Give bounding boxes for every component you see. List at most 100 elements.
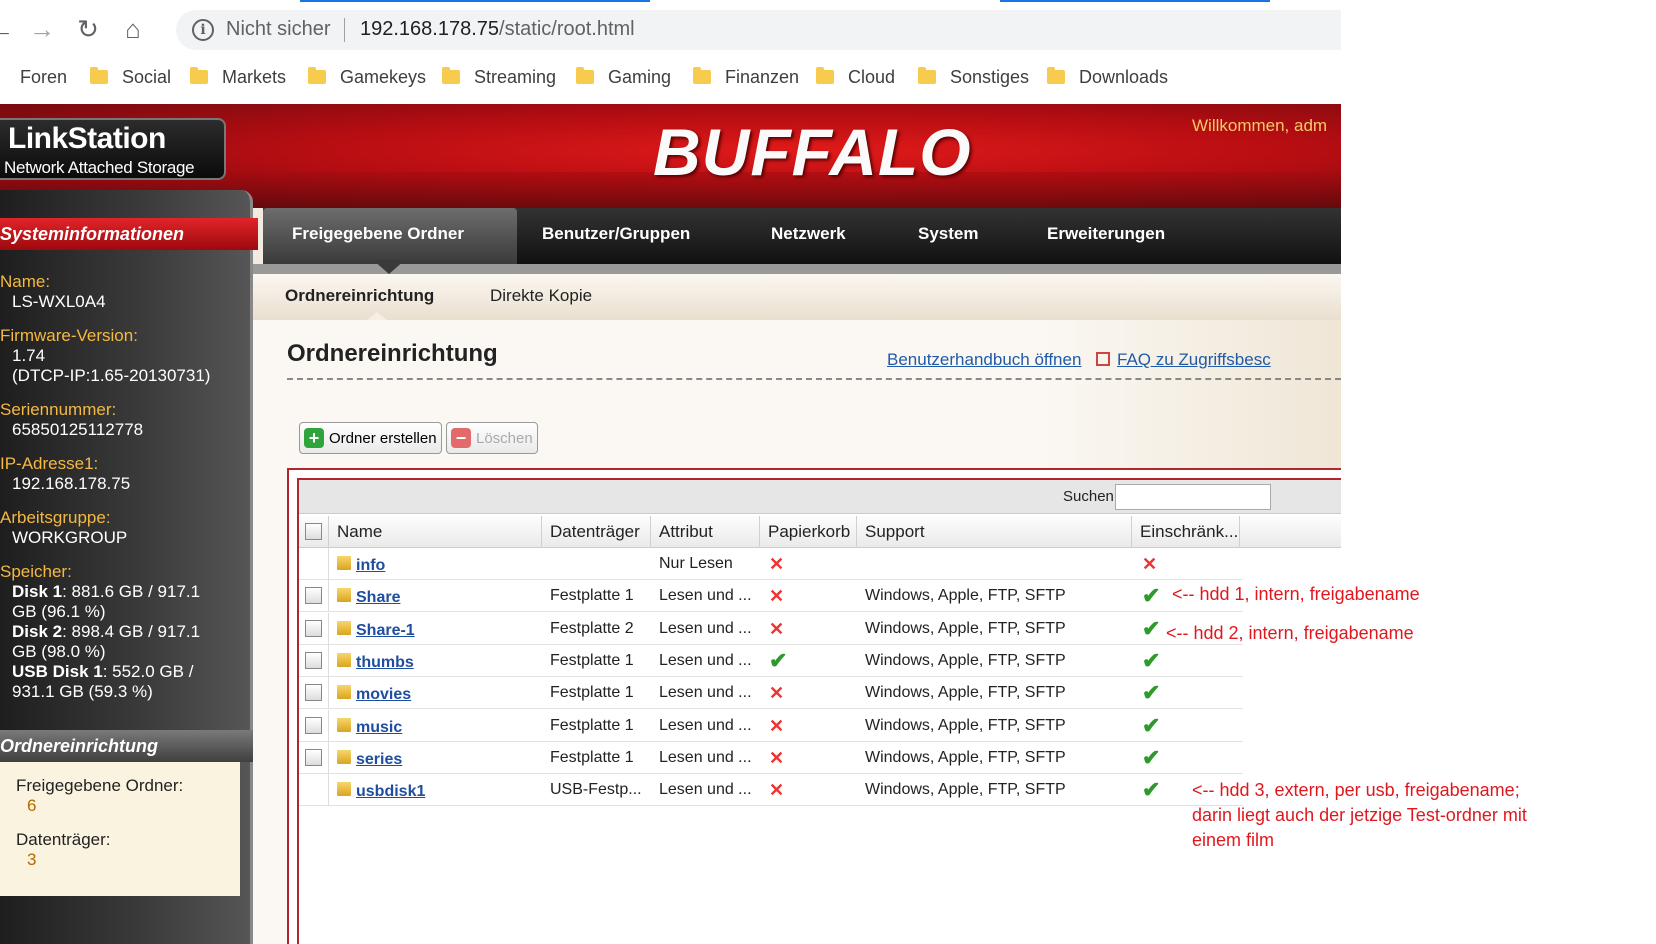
folder-name-link[interactable]: thumbs: [356, 645, 536, 677]
cross-icon: ✕: [769, 554, 785, 574]
folder-icon: [337, 685, 351, 700]
info-icon[interactable]: i: [192, 19, 214, 41]
usb-disk-usage: USB Disk 1: 552.0 GB /: [12, 662, 193, 682]
folder-name-link[interactable]: series: [356, 742, 536, 774]
folder-icon: [90, 67, 108, 84]
folder-name-link[interactable]: info: [356, 548, 536, 580]
search-input[interactable]: [1115, 484, 1271, 510]
folder-name-link[interactable]: Share: [356, 580, 536, 612]
subtab-direkte-kopie[interactable]: Direkte Kopie: [490, 286, 592, 306]
table-row[interactable]: Share Festplatte 1 Lesen und ... Windows, A…: [299, 580, 1243, 613]
forward-icon[interactable]: →: [27, 14, 57, 44]
folder-name-link[interactable]: Share-1: [356, 613, 536, 645]
back-icon[interactable]: ←: [0, 14, 16, 44]
select-all-checkbox[interactable]: [305, 523, 322, 540]
support-cell: Windows, Apple, FTP, SFTP: [865, 716, 1066, 734]
bookmark-foren[interactable]: Foren: [20, 64, 67, 90]
tab-underbar: [253, 264, 1341, 274]
tab-label[interactable]: Freigegebene Ordner: [292, 208, 464, 264]
annotation-hdd3: <-- hdd 3, extern, per usb, freigabename…: [1192, 780, 1520, 800]
address-separator: [344, 18, 345, 42]
column-papierkorb[interactable]: Papierkorb: [760, 516, 857, 548]
annotation-hdd1: <-- hdd 1, intern, freigabename: [1172, 584, 1420, 604]
table-row[interactable]: thumbs Festplatte 1 Lesen und ... Windows, …: [299, 644, 1243, 677]
tab-netzwerk[interactable]: Netzwerk: [771, 208, 846, 264]
cross-icon: ✕: [769, 780, 785, 801]
table-row[interactable]: music Festplatte 1 Lesen und ... Windows, A…: [299, 709, 1243, 742]
ip-label: IP-Adresse1:: [0, 454, 99, 473]
url-path: /static/root.html: [499, 18, 635, 40]
create-folder-button[interactable]: + Ordner erstellen: [299, 422, 442, 454]
minus-icon: −: [451, 428, 471, 448]
table-row[interactable]: series Festplatte 1 Lesen und ... Windows, …: [299, 741, 1243, 774]
bookmark-gamekeys[interactable]: Gamekeys: [308, 64, 426, 90]
volume-cell: Festplatte 1: [550, 651, 634, 669]
shared-folders-count: 6: [27, 796, 37, 815]
column-name[interactable]: Name: [329, 516, 542, 548]
title-divider: [287, 378, 1341, 380]
tab-system[interactable]: System: [918, 208, 978, 264]
volume-cell: Festplatte 1: [550, 748, 634, 766]
folder-icon: [308, 67, 326, 84]
folder-icon: [337, 620, 351, 635]
url-text[interactable]: 192.168.178.75/static/root.html: [360, 18, 635, 41]
folder-icon: [576, 67, 594, 84]
sub-tab-bar: Ordnereinrichtung Direkte Kopie: [253, 274, 1341, 322]
attribute-cell: Lesen und ...: [659, 651, 752, 669]
attribute-cell: Lesen und ...: [659, 619, 752, 637]
workgroup-value: WORKGROUP: [12, 528, 128, 547]
bookmark-sonstiges[interactable]: Sonstiges: [918, 64, 1029, 90]
bookmark-label: Cloud: [848, 66, 896, 87]
volume-cell: Festplatte 1: [550, 684, 634, 702]
row-checkbox[interactable]: [305, 619, 322, 637]
bookmark-markets[interactable]: Markets: [190, 64, 286, 90]
bookmark-streaming[interactable]: Streaming: [442, 64, 556, 90]
attribute-cell: Lesen und ...: [659, 716, 752, 734]
bookmark-finanzen[interactable]: Finanzen: [693, 64, 799, 90]
home-icon[interactable]: ⌂: [118, 14, 148, 44]
column-attribut[interactable]: Attribut: [651, 516, 760, 548]
table-row[interactable]: info Nur Lesen ✕ ✕: [299, 548, 1243, 580]
annotation-hdd3-line2: darin liegt auch der jetzige Test-ordner…: [1192, 805, 1527, 825]
checkmark-icon: ✔: [1142, 712, 1161, 738]
header-select-cell: [299, 516, 329, 548]
column-support[interactable]: Support: [857, 516, 1132, 548]
table-row[interactable]: movies Festplatte 1 Lesen und ... Windows, …: [299, 677, 1243, 710]
bookmark-label: Finanzen: [725, 66, 800, 87]
row-checkbox[interactable]: [305, 587, 322, 605]
row-checkbox[interactable]: [305, 716, 322, 734]
annotation-hdd3-line3: einem film: [1192, 830, 1275, 850]
folder-icon: [442, 67, 460, 84]
table-row[interactable]: Share-1 Festplatte 2 Lesen und ... Windows,…: [299, 612, 1243, 645]
subtab-ordnereinrichtung[interactable]: Ordnereinrichtung: [285, 286, 434, 306]
bookmark-label: Social: [122, 66, 172, 87]
address-bar[interactable]: i Nicht sicher 192.168.178.75/static/roo…: [176, 10, 1341, 50]
folder-name-link[interactable]: usbdisk1: [356, 774, 536, 806]
logo-subtitle: Network Attached Storage: [4, 158, 195, 177]
row-checkbox[interactable]: [305, 684, 322, 702]
usb-disk-percent: 931.1 GB (59.3 %): [12, 682, 153, 701]
tab-erweiterungen[interactable]: Erweiterungen: [1047, 208, 1165, 264]
table-row[interactable]: usbdisk1 USB-Festp... Lesen und ... Windows…: [299, 774, 1243, 807]
column-einschraenkung[interactable]: Einschränk...: [1132, 516, 1240, 548]
bookmark-cloud[interactable]: Cloud: [816, 64, 895, 90]
linkstation-logo: LinkStation Network Attached Storage: [0, 118, 226, 180]
row-checkbox[interactable]: [305, 748, 322, 766]
folder-icon: [337, 717, 351, 732]
ip-value: 192.168.178.75: [12, 474, 131, 493]
row-checkbox[interactable]: [305, 651, 322, 669]
bookmark-downloads[interactable]: Downloads: [1047, 64, 1168, 90]
folder-name-link[interactable]: movies: [356, 677, 536, 709]
reload-icon[interactable]: ↻: [73, 14, 103, 44]
delete-button[interactable]: − Löschen: [446, 422, 538, 454]
column-datentraeger[interactable]: Datenträger: [542, 516, 651, 548]
loading-indicator: [300, 0, 650, 2]
faq-link[interactable]: FAQ zu Zugriffsbesc: [1117, 350, 1271, 370]
folder-name-link[interactable]: music: [356, 710, 536, 742]
manual-link[interactable]: Benutzerhandbuch öffnen: [887, 350, 1081, 370]
bookmark-social[interactable]: Social: [90, 64, 171, 90]
tab-benutzer-gruppen[interactable]: Benutzer/Gruppen: [542, 208, 690, 264]
folder-icon: [337, 652, 351, 667]
cross-icon: ✕: [769, 618, 785, 639]
bookmark-gaming[interactable]: Gaming: [576, 64, 671, 90]
